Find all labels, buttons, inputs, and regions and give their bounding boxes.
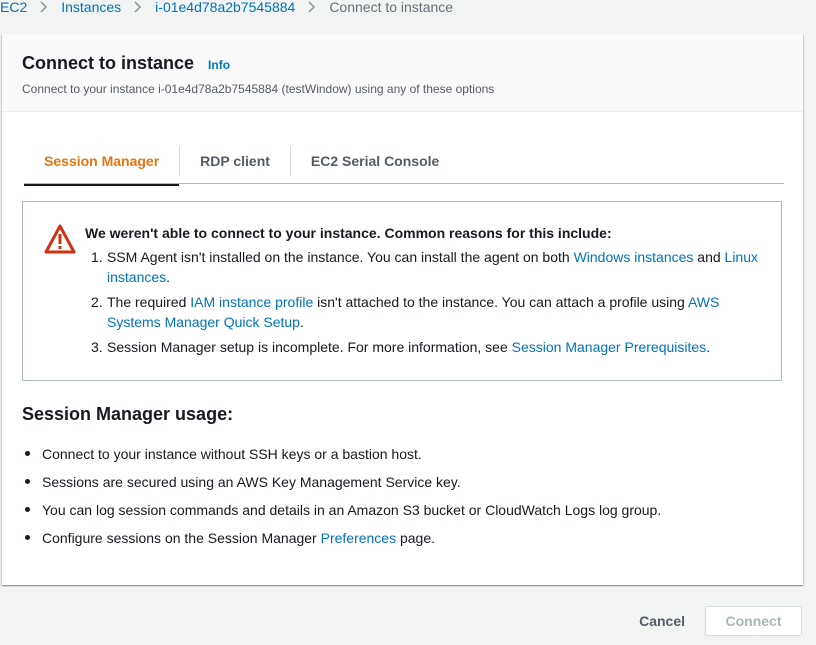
list-number: 2.	[91, 294, 103, 310]
page-subtitle: Connect to your instance i-01e4d78a2b754…	[22, 82, 495, 96]
footer-actions: Cancel Connect	[619, 606, 802, 636]
panel-header: Connect to instance Info Connect to your…	[2, 34, 803, 112]
list-item: 2. The required IAM instance profile isn…	[85, 292, 761, 332]
chevron-right-icon	[39, 1, 49, 13]
list-item-text: You can log session commands and details…	[42, 502, 662, 518]
list-item-text: Sessions are secured using an AWS Key Ma…	[42, 474, 461, 490]
text-segment: Configure sessions on the Session Manage…	[42, 530, 321, 546]
list-item-text: Connect to your instance without SSH key…	[42, 446, 422, 462]
connect-button[interactable]: Connect	[705, 606, 802, 636]
list-item: 1. SSM Agent isn't installed on the inst…	[85, 247, 761, 287]
text-segment: isn't attached to the instance. You can …	[313, 294, 688, 310]
text-segment: .	[166, 269, 171, 285]
windows-instances-link[interactable]: Windows instances	[574, 249, 694, 265]
breadcrumb-ec2[interactable]: EC2	[0, 0, 27, 15]
list-item: Configure sessions on the Session Manage…	[22, 524, 661, 552]
warning-icon	[43, 223, 77, 255]
list-item-text: Session Manager setup is incomplete. For…	[105, 337, 710, 357]
text-segment: SSM Agent isn't installed on the instanc…	[107, 249, 574, 265]
alert-reasons-list: 1. SSM Agent isn't installed on the inst…	[85, 247, 761, 357]
preferences-link[interactable]: Preferences	[321, 530, 396, 546]
tab-rdp-client[interactable]: RDP client	[180, 138, 290, 184]
connect-panel: Connect to instance Info Connect to your…	[2, 34, 803, 585]
text-segment: The required	[107, 294, 191, 310]
list-item: Sessions are secured using an AWS Key Ma…	[22, 468, 661, 496]
breadcrumb-instances[interactable]: Instances	[61, 0, 121, 15]
text-segment: page.	[396, 530, 436, 546]
breadcrumb-instance-id[interactable]: i-01e4d78a2b7545884	[155, 0, 295, 15]
list-item: Connect to your instance without SSH key…	[22, 440, 661, 468]
usage-heading: Session Manager usage:	[22, 404, 234, 424]
list-item-text: SSM Agent isn't installed on the instanc…	[105, 247, 761, 287]
info-link[interactable]: Info	[208, 58, 230, 72]
text-segment: .	[706, 339, 711, 355]
breadcrumb-current: Connect to instance	[329, 0, 454, 15]
bullet-icon	[22, 505, 42, 515]
list-item-text: The required IAM instance profile isn't …	[105, 292, 761, 332]
bullet-icon	[22, 533, 42, 543]
text-segment: and	[693, 249, 725, 265]
cancel-button[interactable]: Cancel	[619, 606, 705, 636]
text-segment: Session Manager setup is incomplete. For…	[107, 339, 512, 355]
prerequisites-link[interactable]: Session Manager Prerequisites	[512, 339, 707, 355]
warning-alert: We weren't able to connect to your insta…	[22, 201, 782, 381]
iam-instance-profile-link[interactable]: IAM instance profile	[190, 294, 313, 310]
chevron-right-icon	[307, 1, 317, 13]
usage-list: Connect to your instance without SSH key…	[22, 440, 661, 552]
list-item: 3. Session Manager setup is incomplete. …	[85, 337, 761, 357]
list-number: 3.	[91, 339, 103, 355]
breadcrumb: EC2 Instances i-01e4d78a2b7545884 Connec…	[0, 0, 453, 17]
list-item-text: Configure sessions on the Session Manage…	[42, 530, 435, 546]
tab-session-manager[interactable]: Session Manager	[24, 138, 180, 186]
bullet-icon	[22, 449, 42, 459]
list-number: 1.	[91, 249, 103, 265]
list-item: You can log session commands and details…	[22, 496, 661, 524]
alert-title: We weren't able to connect to your insta…	[85, 225, 612, 241]
tab-ec2-serial-console[interactable]: EC2 Serial Console	[291, 138, 459, 184]
page-title: Connect to instance	[22, 53, 195, 73]
bullet-icon	[22, 477, 42, 487]
chevron-right-icon	[133, 1, 143, 13]
connection-tabs: Session Manager RDP client EC2 Serial Co…	[24, 138, 784, 186]
text-segment: .	[299, 314, 304, 330]
